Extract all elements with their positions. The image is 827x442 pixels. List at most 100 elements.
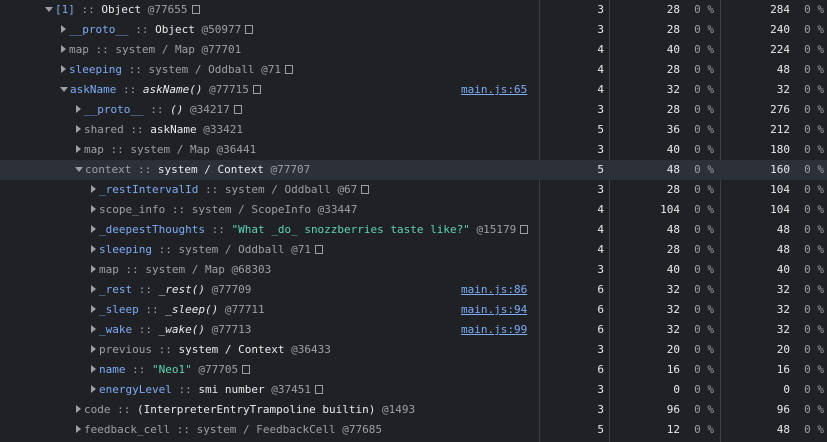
object-cell: _wake :: _wake() @77713 bbox=[0, 320, 539, 340]
shallow-size-percent: 0 % bbox=[694, 3, 714, 16]
tree-row[interactable]: feedback_cell :: system / FeedbackCell @… bbox=[0, 420, 827, 440]
expanded-triangle-icon[interactable] bbox=[75, 166, 83, 172]
source-link[interactable]: main.js:94 bbox=[461, 300, 527, 320]
tree-row[interactable]: _deepestThoughts :: "What _do_ snozzberr… bbox=[0, 220, 827, 240]
collapsed-triangle-icon[interactable] bbox=[76, 405, 81, 413]
tree-row[interactable]: _sleep :: _sleep() @77711 main.js:94 6 32 0 … bbox=[0, 300, 827, 320]
store-as-global-icon[interactable] bbox=[191, 4, 200, 14]
store-as-global-icon[interactable] bbox=[242, 364, 251, 374]
tree-row[interactable]: shared :: askName @33421 5 36 0 % 212 0 % bbox=[0, 120, 827, 140]
collapsed-triangle-icon[interactable] bbox=[91, 205, 96, 213]
shallow-size-percent: 0 % bbox=[694, 303, 714, 316]
object-id: @77715 bbox=[209, 83, 249, 96]
shallow-size-percent: 0 % bbox=[694, 423, 714, 436]
expanded-triangle-icon[interactable] bbox=[45, 6, 53, 12]
tree-row[interactable]: __proto__ :: Object @50977 3 28 0 % 240 0 % bbox=[0, 20, 827, 40]
object-cell: feedback_cell :: system / FeedbackCell @… bbox=[0, 420, 539, 440]
object-cell: __proto__ :: Object @50977 bbox=[0, 20, 539, 40]
store-as-global-icon[interactable] bbox=[314, 244, 323, 254]
tree-row[interactable]: name :: "Neo1" @77705 6 16 0 % 16 0 % bbox=[0, 360, 827, 380]
retained-size-cell: 20 bbox=[776, 343, 790, 356]
distance-cell: 3 bbox=[597, 103, 604, 116]
collapsed-triangle-icon[interactable] bbox=[61, 25, 66, 33]
collapsed-triangle-icon[interactable] bbox=[91, 285, 96, 293]
tree-row[interactable]: code :: (InterpreterEntryTrampoline buil… bbox=[0, 400, 827, 420]
retained-size-percent: 0 % bbox=[804, 183, 824, 196]
tree-row[interactable]: map :: system / Map @77701 4 40 0 % 224 0 % bbox=[0, 40, 827, 60]
object-cell: askName :: askName() @77715 bbox=[0, 80, 539, 100]
store-as-global-icon[interactable] bbox=[284, 64, 293, 74]
store-as-global-icon[interactable] bbox=[252, 84, 261, 94]
collapsed-triangle-icon[interactable] bbox=[76, 425, 81, 433]
tree-row[interactable]: _restIntervalId :: system / Oddball @67 3… bbox=[0, 180, 827, 200]
collapsed-triangle-icon[interactable] bbox=[91, 345, 96, 353]
shallow-size-cell: 104 bbox=[660, 203, 680, 216]
tree-row[interactable]: _rest :: _rest() @77709 main.js:86 6 32 0 % 3… bbox=[0, 280, 827, 300]
retained-size-cell: 0 bbox=[783, 383, 790, 396]
class-name: _sleep() bbox=[165, 303, 219, 316]
tree-row[interactable]: [1] :: Object @77655 3 28 0 % 284 0 % bbox=[0, 0, 827, 20]
distance-cell: 4 bbox=[597, 83, 604, 96]
tree-row[interactable]: sleeping :: system / Oddball @71 4 28 0 % 48… bbox=[0, 60, 827, 80]
object-cell: shared :: askName @33421 bbox=[0, 120, 539, 140]
object-cell: scope_info :: system / ScopeInfo @33447 bbox=[0, 200, 539, 220]
source-link[interactable]: main.js:86 bbox=[461, 280, 527, 300]
source-link[interactable]: main.js:65 bbox=[461, 80, 527, 100]
collapsed-triangle-icon[interactable] bbox=[91, 185, 96, 193]
collapsed-triangle-icon[interactable] bbox=[76, 145, 81, 153]
tree-row[interactable]: energyLevel :: smi number @37451 3 0 0 % 0 0 … bbox=[0, 380, 827, 400]
collapsed-triangle-icon[interactable] bbox=[76, 125, 81, 133]
retained-size-percent: 0 % bbox=[804, 143, 824, 156]
class-name: () bbox=[170, 103, 184, 116]
expanded-triangle-icon[interactable] bbox=[60, 86, 68, 92]
store-as-global-icon[interactable] bbox=[314, 384, 323, 394]
collapsed-triangle-icon[interactable] bbox=[61, 65, 66, 73]
retained-size-percent: 0 % bbox=[804, 343, 824, 356]
tree-row[interactable]: scope_info :: system / ScopeInfo @33447 4… bbox=[0, 200, 827, 220]
tree-row[interactable]: map :: system / Map @68303 3 40 0 % 40 0 % bbox=[0, 260, 827, 280]
tree-row[interactable]: __proto__ :: () @34217 3 28 0 % 276 0 % bbox=[0, 100, 827, 120]
store-as-global-icon[interactable] bbox=[520, 224, 529, 234]
distance-cell: 3 bbox=[597, 343, 604, 356]
shallow-size-percent: 0 % bbox=[694, 183, 714, 196]
collapsed-triangle-icon[interactable] bbox=[91, 325, 96, 333]
distance-cell: 4 bbox=[597, 243, 604, 256]
property-name: __proto__ bbox=[69, 23, 129, 36]
tree-row[interactable]: previous :: system / Context @36433 3 20 0 … bbox=[0, 340, 827, 360]
tree-row[interactable]: context :: system / Context @77707 5 48 0 %… bbox=[0, 160, 827, 180]
property-name: _restIntervalId bbox=[99, 183, 199, 196]
tree-row[interactable]: askName :: askName() @77715 main.js:65 4 32… bbox=[0, 80, 827, 100]
store-as-global-icon[interactable] bbox=[245, 24, 254, 34]
separator: :: bbox=[138, 303, 166, 316]
tree-row[interactable]: sleeping :: system / Oddball @71 4 28 0 % 48… bbox=[0, 240, 827, 260]
collapsed-triangle-icon[interactable] bbox=[61, 45, 66, 53]
class-name: Object bbox=[155, 23, 195, 36]
store-as-global-icon[interactable] bbox=[233, 104, 242, 114]
retainers-tree-grid: [1] :: Object @77655 3 28 0 % 284 0 % __proto_… bbox=[0, 0, 827, 442]
collapsed-triangle-icon[interactable] bbox=[91, 225, 96, 233]
collapsed-triangle-icon[interactable] bbox=[76, 105, 81, 113]
tree-row[interactable]: map :: system / Map @36441 3 40 0 % 180 0 % bbox=[0, 140, 827, 160]
collapsed-triangle-icon[interactable] bbox=[91, 305, 96, 313]
distance-cell: 3 bbox=[597, 403, 604, 416]
source-link[interactable]: main.js:99 bbox=[461, 320, 527, 340]
collapsed-triangle-icon[interactable] bbox=[91, 365, 96, 373]
property-name: [1] bbox=[55, 3, 75, 16]
class-name: "Neo1" bbox=[152, 363, 192, 376]
property-name: shared bbox=[84, 123, 124, 136]
separator: :: bbox=[170, 423, 197, 436]
collapsed-triangle-icon[interactable] bbox=[91, 245, 96, 253]
collapsed-triangle-icon[interactable] bbox=[91, 265, 96, 273]
separator: :: bbox=[132, 283, 159, 296]
tree-row[interactable]: _wake :: _wake() @77713 main.js:99 6 32 0 % 3… bbox=[0, 320, 827, 340]
property-name: name bbox=[99, 363, 126, 376]
retained-size-percent: 0 % bbox=[804, 323, 824, 336]
separator: :: bbox=[204, 223, 232, 236]
property-name: previous bbox=[99, 343, 152, 356]
store-as-global-icon[interactable] bbox=[361, 184, 370, 194]
shallow-size-cell: 40 bbox=[666, 143, 680, 156]
collapsed-triangle-icon[interactable] bbox=[91, 385, 96, 393]
object-cell: context :: system / Context @77707 bbox=[0, 160, 539, 180]
